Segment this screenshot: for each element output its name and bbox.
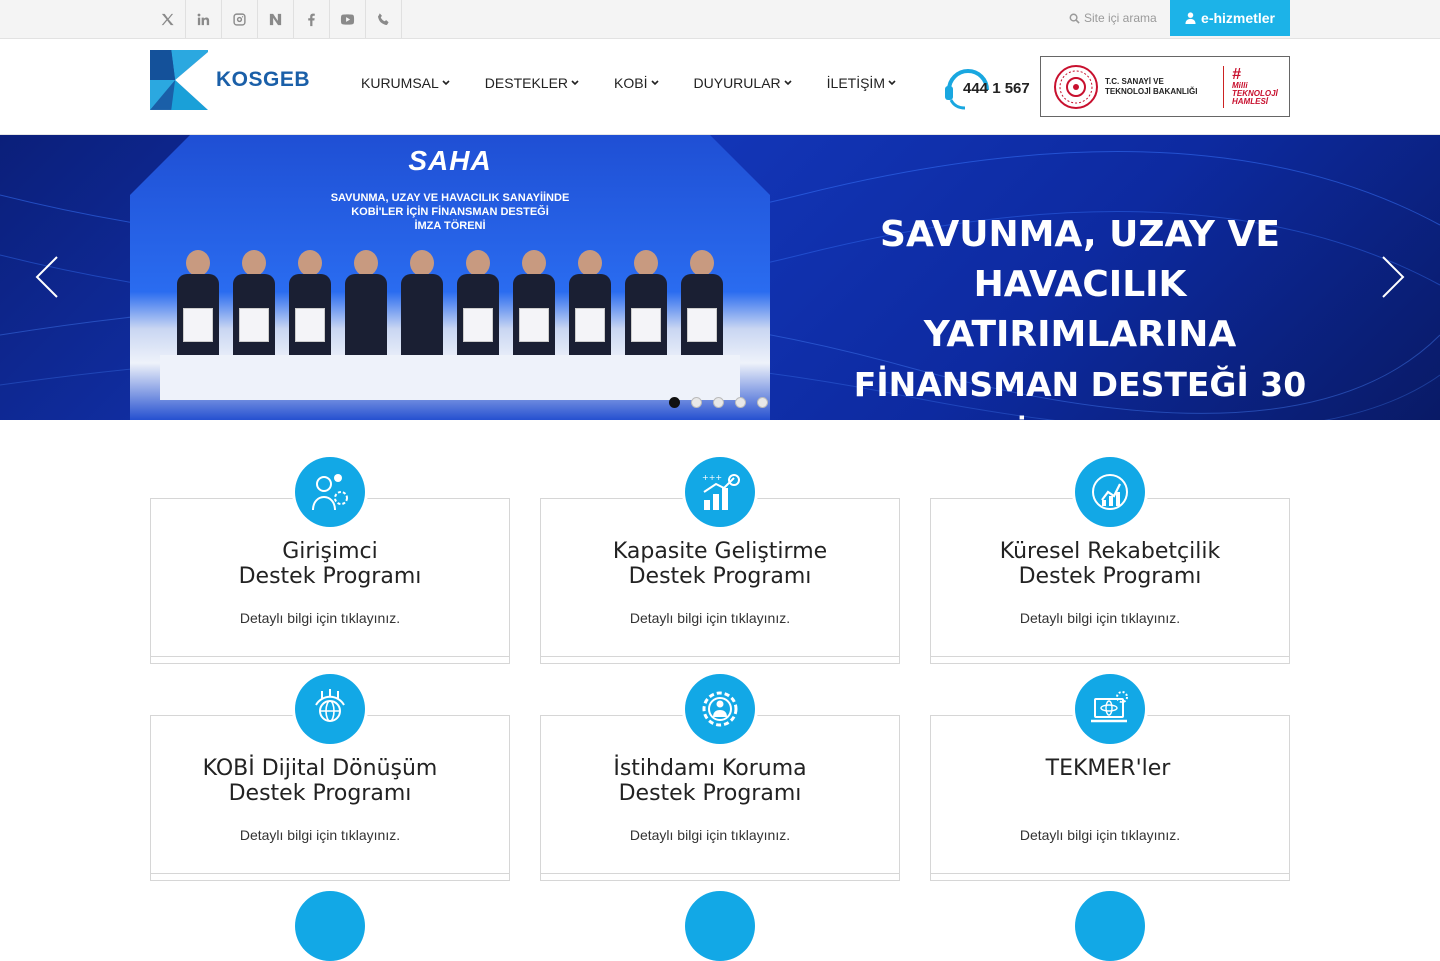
slider-dots <box>669 397 768 408</box>
ministry-seal-icon <box>1054 64 1098 109</box>
youtube-icon[interactable] <box>330 0 366 38</box>
nav-iletisim[interactable]: İLETİŞİM <box>827 75 896 91</box>
ministry-divider <box>1223 65 1224 108</box>
nsosyal-icon[interactable] <box>258 0 294 38</box>
person-figure <box>345 250 387 370</box>
top-bar: Site içi arama e-hizmetler <box>0 0 1440 39</box>
chevron-down-icon <box>650 80 659 86</box>
slider-next-button[interactable] <box>1380 255 1406 299</box>
phone-icon[interactable] <box>366 0 402 38</box>
signing-desk <box>160 355 740 400</box>
slider-dot[interactable] <box>669 397 680 408</box>
card-title: TEKMER'ler <box>1045 756 1171 781</box>
global-competition-icon <box>1075 457 1145 527</box>
card-title: KOBİ Dijital Dönüşüm Destek Programı <box>202 756 438 806</box>
nav-duyurular[interactable]: DUYURULAR <box>694 75 792 91</box>
linkedin-icon[interactable] <box>186 0 222 38</box>
slider-dot[interactable] <box>691 397 702 408</box>
e-hizmetler-button[interactable]: e-hizmetler <box>1170 0 1290 36</box>
card-link: Detaylı bilgi için tıklayınız. <box>629 610 791 626</box>
card-link: Detaylı bilgi için tıklayınız. <box>239 610 401 626</box>
logo-text: KOSGEB <box>215 68 310 91</box>
growth-chart-icon: +++ <box>685 457 755 527</box>
hero-slider[interactable]: SAHA SAVUNMA, UZAY VE HAVACILIK SANAYİİN… <box>0 135 1440 420</box>
kosgeb-logo[interactable]: KOSGEB <box>150 49 310 111</box>
nav-kurumsal[interactable]: KURUMSAL <box>361 75 450 91</box>
person-figure <box>569 250 611 370</box>
chevron-down-icon <box>784 80 792 86</box>
card-title: Girişimci Destek Programı <box>238 539 422 589</box>
call-center[interactable]: 444 1 567 <box>943 64 1030 112</box>
person-figure <box>289 250 331 370</box>
card-link: Detaylı bilgi için tıklayınız. <box>1019 827 1181 843</box>
ministry-name: T.C. SANAYİ VE TEKNOLOJİ BAKANLIĞI <box>1105 76 1198 96</box>
card-title: İstihdamı Koruma Destek Programı <box>613 756 807 806</box>
person-figure <box>625 250 667 370</box>
main-nav: KURUMSAL DESTEKLER KOBİ DUYURULAR İLETİŞ… <box>361 75 896 91</box>
person-figure <box>233 250 275 370</box>
social-links <box>150 0 402 38</box>
facebook-icon[interactable] <box>294 0 330 38</box>
person-figure <box>681 250 723 370</box>
chevron-left-icon <box>35 256 58 298</box>
search-placeholder: Site içi arama <box>1084 11 1157 25</box>
phone-number: 444 1 567 <box>963 79 1030 97</box>
card-link: Detaylı bilgi için tıklayınız. <box>1019 610 1181 626</box>
e-hizmetler-label: e-hizmetler <box>1201 10 1275 26</box>
person-figure <box>401 250 443 370</box>
employment-gear-icon <box>685 674 755 744</box>
tech-laptop-icon <box>1075 674 1145 744</box>
card-title: Kapasite Geliştirme Destek Programı <box>612 539 828 589</box>
svg-text:+++: +++ <box>702 473 722 482</box>
milli-teknoloji-logo: # Milli TEKNOLOJİ HAMLESİ <box>1232 65 1278 106</box>
user-icon <box>1185 12 1196 24</box>
search-icon <box>1069 13 1080 24</box>
chevron-down-icon <box>888 80 896 86</box>
slide-photo: SAHA SAVUNMA, UZAY VE HAVACILIK SANAYİİN… <box>130 135 770 420</box>
ceremony-people <box>170 240 730 370</box>
card-link: Detaylı bilgi için tıklayınız. <box>629 827 791 843</box>
chevron-right-icon <box>1382 256 1405 298</box>
site-search[interactable]: Site içi arama <box>1069 0 1157 36</box>
nav-destekler[interactable]: DESTEKLER <box>485 75 579 91</box>
kosgeb-logo-mark <box>150 50 208 110</box>
slider-dot[interactable] <box>713 397 724 408</box>
chevron-down-icon <box>571 80 579 86</box>
slider-prev-button[interactable] <box>34 255 60 299</box>
program-icon <box>685 891 755 961</box>
slider-dot[interactable] <box>735 397 746 408</box>
instagram-icon[interactable] <box>222 0 258 38</box>
program-icon <box>295 891 365 961</box>
digital-globe-icon <box>295 674 365 744</box>
slide-headline: SAVUNMA, UZAY VE HAVACILIK YATIRIMLARINA… <box>853 214 1307 420</box>
slider-dot[interactable] <box>757 397 768 408</box>
card-link: Detaylı bilgi için tıklayınız. <box>239 827 401 843</box>
chevron-down-icon <box>442 80 450 86</box>
person-figure <box>457 250 499 370</box>
ministry-banner[interactable]: T.C. SANAYİ VE TEKNOLOJİ BAKANLIĞI # Mil… <box>1040 56 1290 117</box>
saha-logo-text: SAHA <box>408 145 492 176</box>
x-icon[interactable] <box>150 0 186 38</box>
person-figure <box>177 250 219 370</box>
main-header: KOSGEB KURUMSAL DESTEKLER KOBİ DUYURULAR… <box>0 39 1440 135</box>
program-icon <box>1075 891 1145 961</box>
person-figure <box>513 250 555 370</box>
ceremony-caption: SAVUNMA, UZAY VE HAVACILIK SANAYİİNDE KO… <box>330 192 570 232</box>
card-title: Küresel Rekabetçilik Destek Programı <box>999 539 1221 589</box>
nav-kobi[interactable]: KOBİ <box>614 75 659 91</box>
entrepreneur-icon <box>295 457 365 527</box>
